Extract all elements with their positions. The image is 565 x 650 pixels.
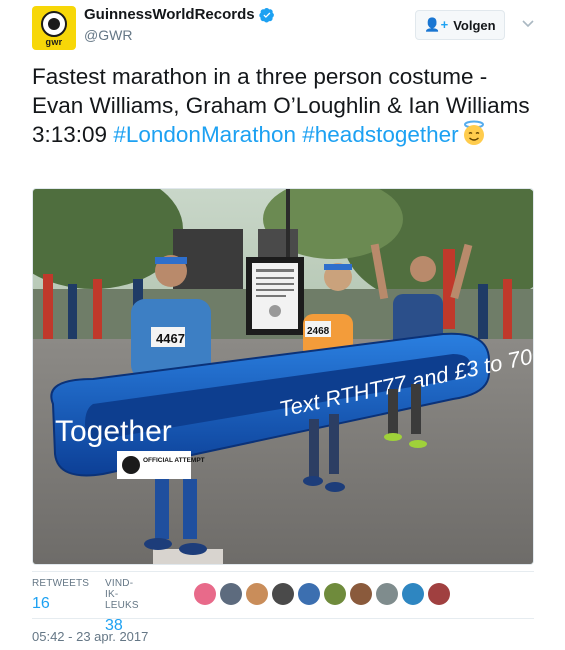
divider-top	[32, 571, 534, 572]
display-name[interactable]: GuinnessWorldRecords	[84, 6, 255, 23]
liker-avatar[interactable]	[350, 583, 372, 605]
liker-avatar[interactable]	[428, 583, 450, 605]
retweets-label: RETWEETS	[32, 578, 90, 589]
hashtag-london-marathon[interactable]: #LondonMarathon	[113, 122, 296, 147]
marathon-photo: 4467 2468 Text RTHT77 and £3 to 70070 To…	[33, 189, 533, 564]
liker-avatar[interactable]	[324, 583, 346, 605]
chevron-down-icon[interactable]	[521, 16, 535, 30]
account-name-block[interactable]: GuinnessWorldRecords @GWR	[84, 6, 275, 43]
boat-text-together: Together	[55, 415, 172, 448]
avatar-text: gwr	[45, 37, 63, 47]
liker-avatar[interactable]	[376, 583, 398, 605]
tweet-text: Fastest marathon in a three person costu…	[32, 62, 542, 149]
tweet-timestamp[interactable]: 05:42 - 23 apr. 2017	[32, 629, 148, 644]
liker-avatar[interactable]	[194, 583, 216, 605]
liker-avatar[interactable]	[402, 583, 424, 605]
follow-button[interactable]: 👤+ Volgen	[415, 10, 505, 40]
avatar[interactable]: gwr	[32, 6, 76, 50]
follow-button-label: Volgen	[453, 17, 496, 33]
retweets-count[interactable]: 16	[32, 595, 89, 613]
likes-stat[interactable]: VIND-IK-LEUKS 38	[105, 578, 139, 635]
verified-badge-icon	[258, 7, 274, 23]
runner-bib-2: 2468	[307, 326, 330, 337]
face-with-halo-emoji	[463, 120, 484, 145]
tweet-header: gwr GuinnessWorldRecords @GWR 👤+ Volgen	[32, 6, 565, 50]
runner-bib-1: 4467	[156, 331, 185, 346]
gwr-logo-ring	[41, 11, 67, 37]
tweet-photo[interactable]: 4467 2468 Text RTHT77 and £3 to 70070 To…	[32, 188, 534, 565]
liker-avatar[interactable]	[272, 583, 294, 605]
hashtag-heads-together[interactable]: #headstogether	[302, 122, 458, 147]
liker-avatars	[194, 583, 454, 605]
liker-avatar[interactable]	[220, 583, 242, 605]
liker-avatar[interactable]	[246, 583, 268, 605]
divider-bottom	[32, 618, 534, 619]
follow-user-icon: 👤+	[424, 17, 449, 32]
likes-label: VIND-IK-LEUKS	[105, 578, 139, 611]
liker-avatar[interactable]	[298, 583, 320, 605]
retweets-stat[interactable]: RETWEETS 16	[32, 578, 89, 613]
account-handle[interactable]: @GWR	[84, 27, 275, 43]
official-attempt-badge: OFFICIAL ATTEMPT	[143, 457, 205, 464]
